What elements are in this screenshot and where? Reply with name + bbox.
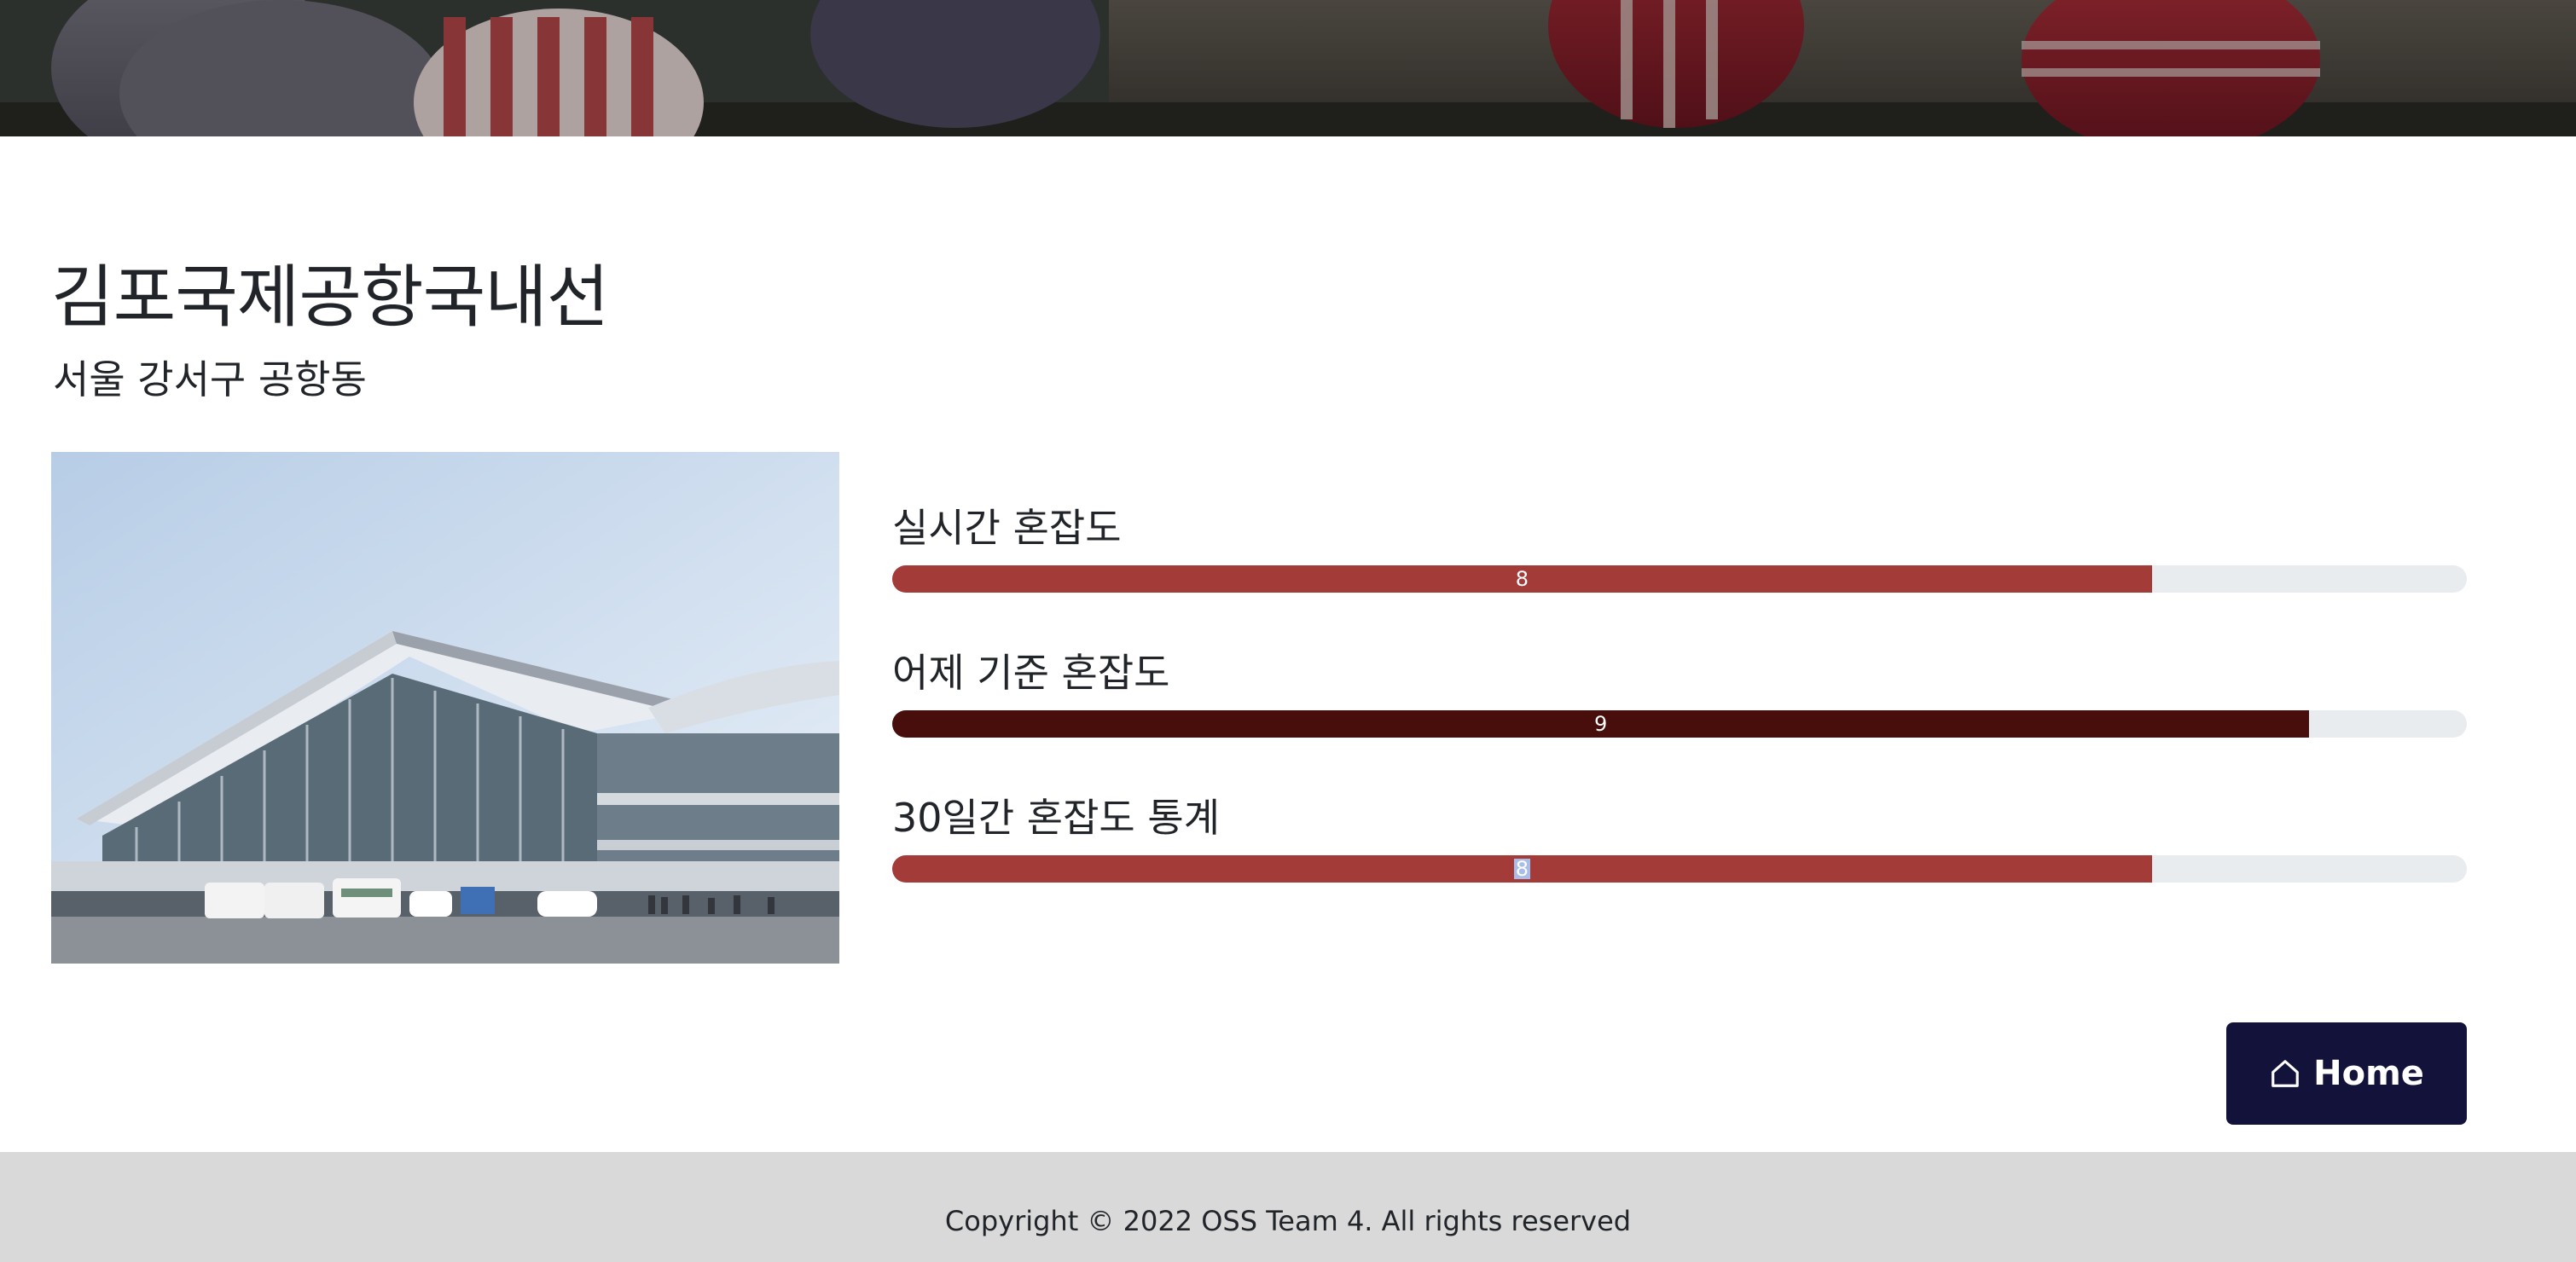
house-icon bbox=[2269, 1057, 2301, 1090]
hero-banner-image bbox=[0, 0, 2576, 136]
monthly-congestion-stats: 30일간 혼잡도 통계 8 bbox=[892, 795, 2467, 883]
home-button[interactable]: Home bbox=[2226, 1022, 2467, 1125]
yesterday-congestion-progress-track: 9 bbox=[892, 710, 2467, 738]
page: 김포국제공항국내선 서울 강서구 공항동 실시간 혼잡도 8 어제 기준 혼잡도… bbox=[0, 0, 2576, 1262]
realtime-congestion-progress-track: 8 bbox=[892, 565, 2467, 593]
realtime-congestion-label: 실시간 혼잡도 bbox=[892, 505, 1122, 551]
monthly-congestion-label: 30일간 혼잡도 통계 bbox=[892, 795, 1221, 841]
yesterday-congestion: 어제 기준 혼잡도 9 bbox=[892, 650, 2467, 738]
realtime-congestion-value: 8 bbox=[1515, 567, 1529, 592]
airport-terminal-photo bbox=[51, 452, 839, 964]
home-button-label: Home bbox=[2313, 1054, 2424, 1093]
yesterday-congestion-value: 9 bbox=[1594, 712, 1608, 737]
monthly-congestion-progress-bar: 8 bbox=[892, 855, 2152, 883]
realtime-congestion-progress-bar: 8 bbox=[892, 565, 2152, 593]
yesterday-congestion-progress-bar: 9 bbox=[892, 710, 2310, 738]
monthly-congestion-value: 8 bbox=[1513, 857, 1531, 882]
realtime-congestion: 실시간 혼잡도 8 bbox=[892, 505, 2467, 593]
place-address: 서울 강서구 공항동 bbox=[53, 356, 367, 402]
footer-copyright: Copyright © 2022 OSS Team 4. All rights … bbox=[944, 1205, 1632, 1237]
monthly-congestion-progress-track: 8 bbox=[892, 855, 2467, 883]
footer: Copyright © 2022 OSS Team 4. All rights … bbox=[0, 1152, 2576, 1262]
place-name: 김포국제공항국내선 bbox=[51, 258, 609, 337]
yesterday-congestion-label: 어제 기준 혼잡도 bbox=[892, 650, 1170, 696]
